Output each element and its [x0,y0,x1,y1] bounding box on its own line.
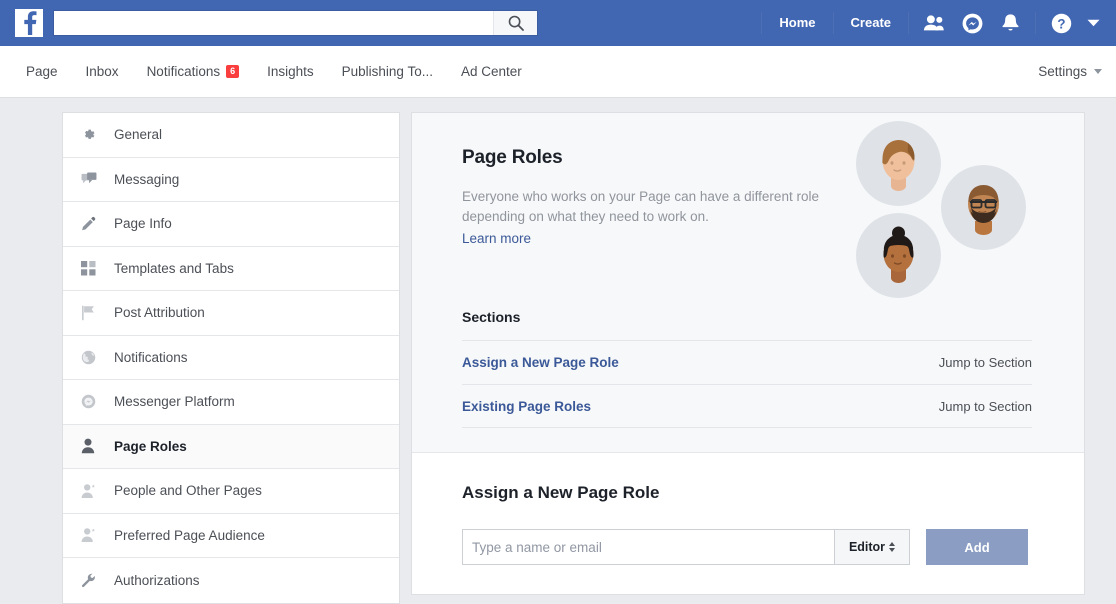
avatar-person-bun-hair [856,213,941,298]
sidebar-item-label: Page Roles [114,438,187,454]
messenger-icon[interactable] [953,0,991,46]
page-body: General Messaging Page Info Templates an… [0,98,1116,604]
sidebar-item-label: Messenger Platform [114,394,235,410]
page-roles-panel: Page Roles Everyone who works on your Pa… [411,112,1085,595]
sidebar-item-notifications[interactable]: Notifications [63,335,399,380]
sidebar-item-label: People and Other Pages [114,483,262,499]
sidebar-item-page-roles[interactable]: Page Roles [63,424,399,469]
avatar-person-beard-glasses [941,165,1026,250]
section-row-existing-page-roles: Existing Page Roles Jump to Section [462,384,1032,428]
messenger-circle-icon [81,393,103,411]
subnav-label: Notifications [146,63,221,79]
gear-icon [81,126,103,144]
divider [1035,12,1036,34]
friend-requests-icon[interactable] [915,0,953,46]
person-star-icon [81,482,103,500]
sidebar-item-general[interactable]: General [63,113,399,158]
grid-squares-icon [81,259,103,277]
home-link[interactable]: Home [768,0,826,46]
settings-label: Settings [1038,64,1087,79]
topbar-right-nav: Home Create ? [755,0,1116,46]
sidebar-item-label: General [114,127,163,143]
sidebar-item-preferred-page-audience[interactable]: Preferred Page Audience [63,513,399,558]
sidebar-item-page-info[interactable]: Page Info [63,202,399,247]
subnav-item-page[interactable]: Page [12,46,72,98]
person-icon [81,437,103,455]
subnav-label: Ad Center [460,63,522,79]
sidebar-item-label: Page Info [114,216,172,232]
subnav-item-publishing-tools[interactable]: Publishing To... [328,46,447,98]
role-select-dropdown[interactable]: Editor [834,529,910,565]
subnav-label: Page [26,63,58,79]
subnav-item-inbox[interactable]: Inbox [72,46,133,98]
create-link[interactable]: Create [840,0,902,46]
globe-icon [81,348,103,366]
learn-more-link[interactable]: Learn more [462,229,531,249]
section-link-label[interactable]: Existing Page Roles [462,399,591,414]
chevron-down-icon [1094,69,1102,74]
jump-to-section-link[interactable]: Jump to Section [939,399,1032,414]
divider [832,12,834,34]
search-input[interactable] [54,11,493,35]
svg-text:?: ? [1057,16,1065,31]
sidebar-item-label: Templates and Tabs [114,260,234,276]
help-icon[interactable]: ? [1042,0,1080,46]
name-or-email-input[interactable] [462,529,834,565]
section-row-assign-new-page-role: Assign a New Page Role Jump to Section [462,340,1032,384]
search-icon[interactable] [493,11,537,35]
sort-updown-icon [889,542,896,552]
flag-icon [81,304,103,322]
notifications-count-badge: 6 [226,65,240,78]
account-dropdown-caret-icon[interactable] [1080,0,1106,46]
facebook-f-logo-icon[interactable] [15,9,43,37]
page-subnav: Page Inbox Notifications 6 Insights Publ… [0,46,1116,98]
person-star-icon [81,526,103,544]
sidebar-item-label: Post Attribution [114,305,205,321]
pencil-icon [81,215,103,233]
assign-helper-text [462,576,1054,584]
sidebar-item-post-attribution[interactable]: Post Attribution [63,291,399,336]
assign-role-form: Editor Add [462,529,1054,565]
jump-to-section-link[interactable]: Jump to Section [939,355,1032,370]
divider [908,12,909,34]
divider [761,12,763,34]
sidebar-item-authorizations[interactable]: Authorizations [63,558,399,603]
page-roles-illustration [846,113,1046,303]
sidebar-item-messenger-platform[interactable]: Messenger Platform [63,380,399,425]
page-description: Everyone who works on your Page can have… [462,187,842,249]
subnav-item-notifications[interactable]: Notifications 6 [133,46,254,98]
add-button[interactable]: Add [926,529,1028,565]
subnav-label: Inbox [85,63,119,79]
top-blue-bar: Home Create ? [0,0,1116,46]
section-link-label[interactable]: Assign a New Page Role [462,355,619,370]
sections-block: Sections Assign a New Page Role Jump to … [462,309,1032,428]
search-bar[interactable] [53,10,538,36]
subnav-item-insights[interactable]: Insights [253,46,328,98]
subnav-label: Publishing To... [341,63,433,79]
subnav-item-ad-center[interactable]: Ad Center [447,46,536,98]
avatar-person-short-hair [856,121,941,206]
sidebar-item-templates-and-tabs[interactable]: Templates and Tabs [63,246,399,291]
assign-new-page-role-section: Assign a New Page Role Editor Add [412,453,1084,594]
assign-section-title: Assign a New Page Role [462,483,660,502]
subnav-label: Insights [267,63,314,79]
notifications-bell-icon[interactable] [991,0,1029,46]
sections-heading: Sections [462,309,521,325]
settings-sidebar: General Messaging Page Info Templates an… [62,112,400,604]
sidebar-item-label: Notifications [114,349,188,365]
page-description-text: Everyone who works on your Page can have… [462,189,819,224]
sidebar-item-messaging[interactable]: Messaging [63,157,399,202]
page-roles-header-section: Page Roles Everyone who works on your Pa… [412,113,1084,453]
chat-bubbles-icon [81,170,103,188]
settings-dropdown[interactable]: Settings [1038,64,1102,79]
role-select-value: Editor [848,540,886,554]
sidebar-item-label: Messaging [114,171,180,187]
sidebar-item-people-and-other-pages[interactable]: People and Other Pages [63,469,399,514]
sidebar-item-label: Preferred Page Audience [114,527,265,543]
wrench-icon [81,571,103,589]
